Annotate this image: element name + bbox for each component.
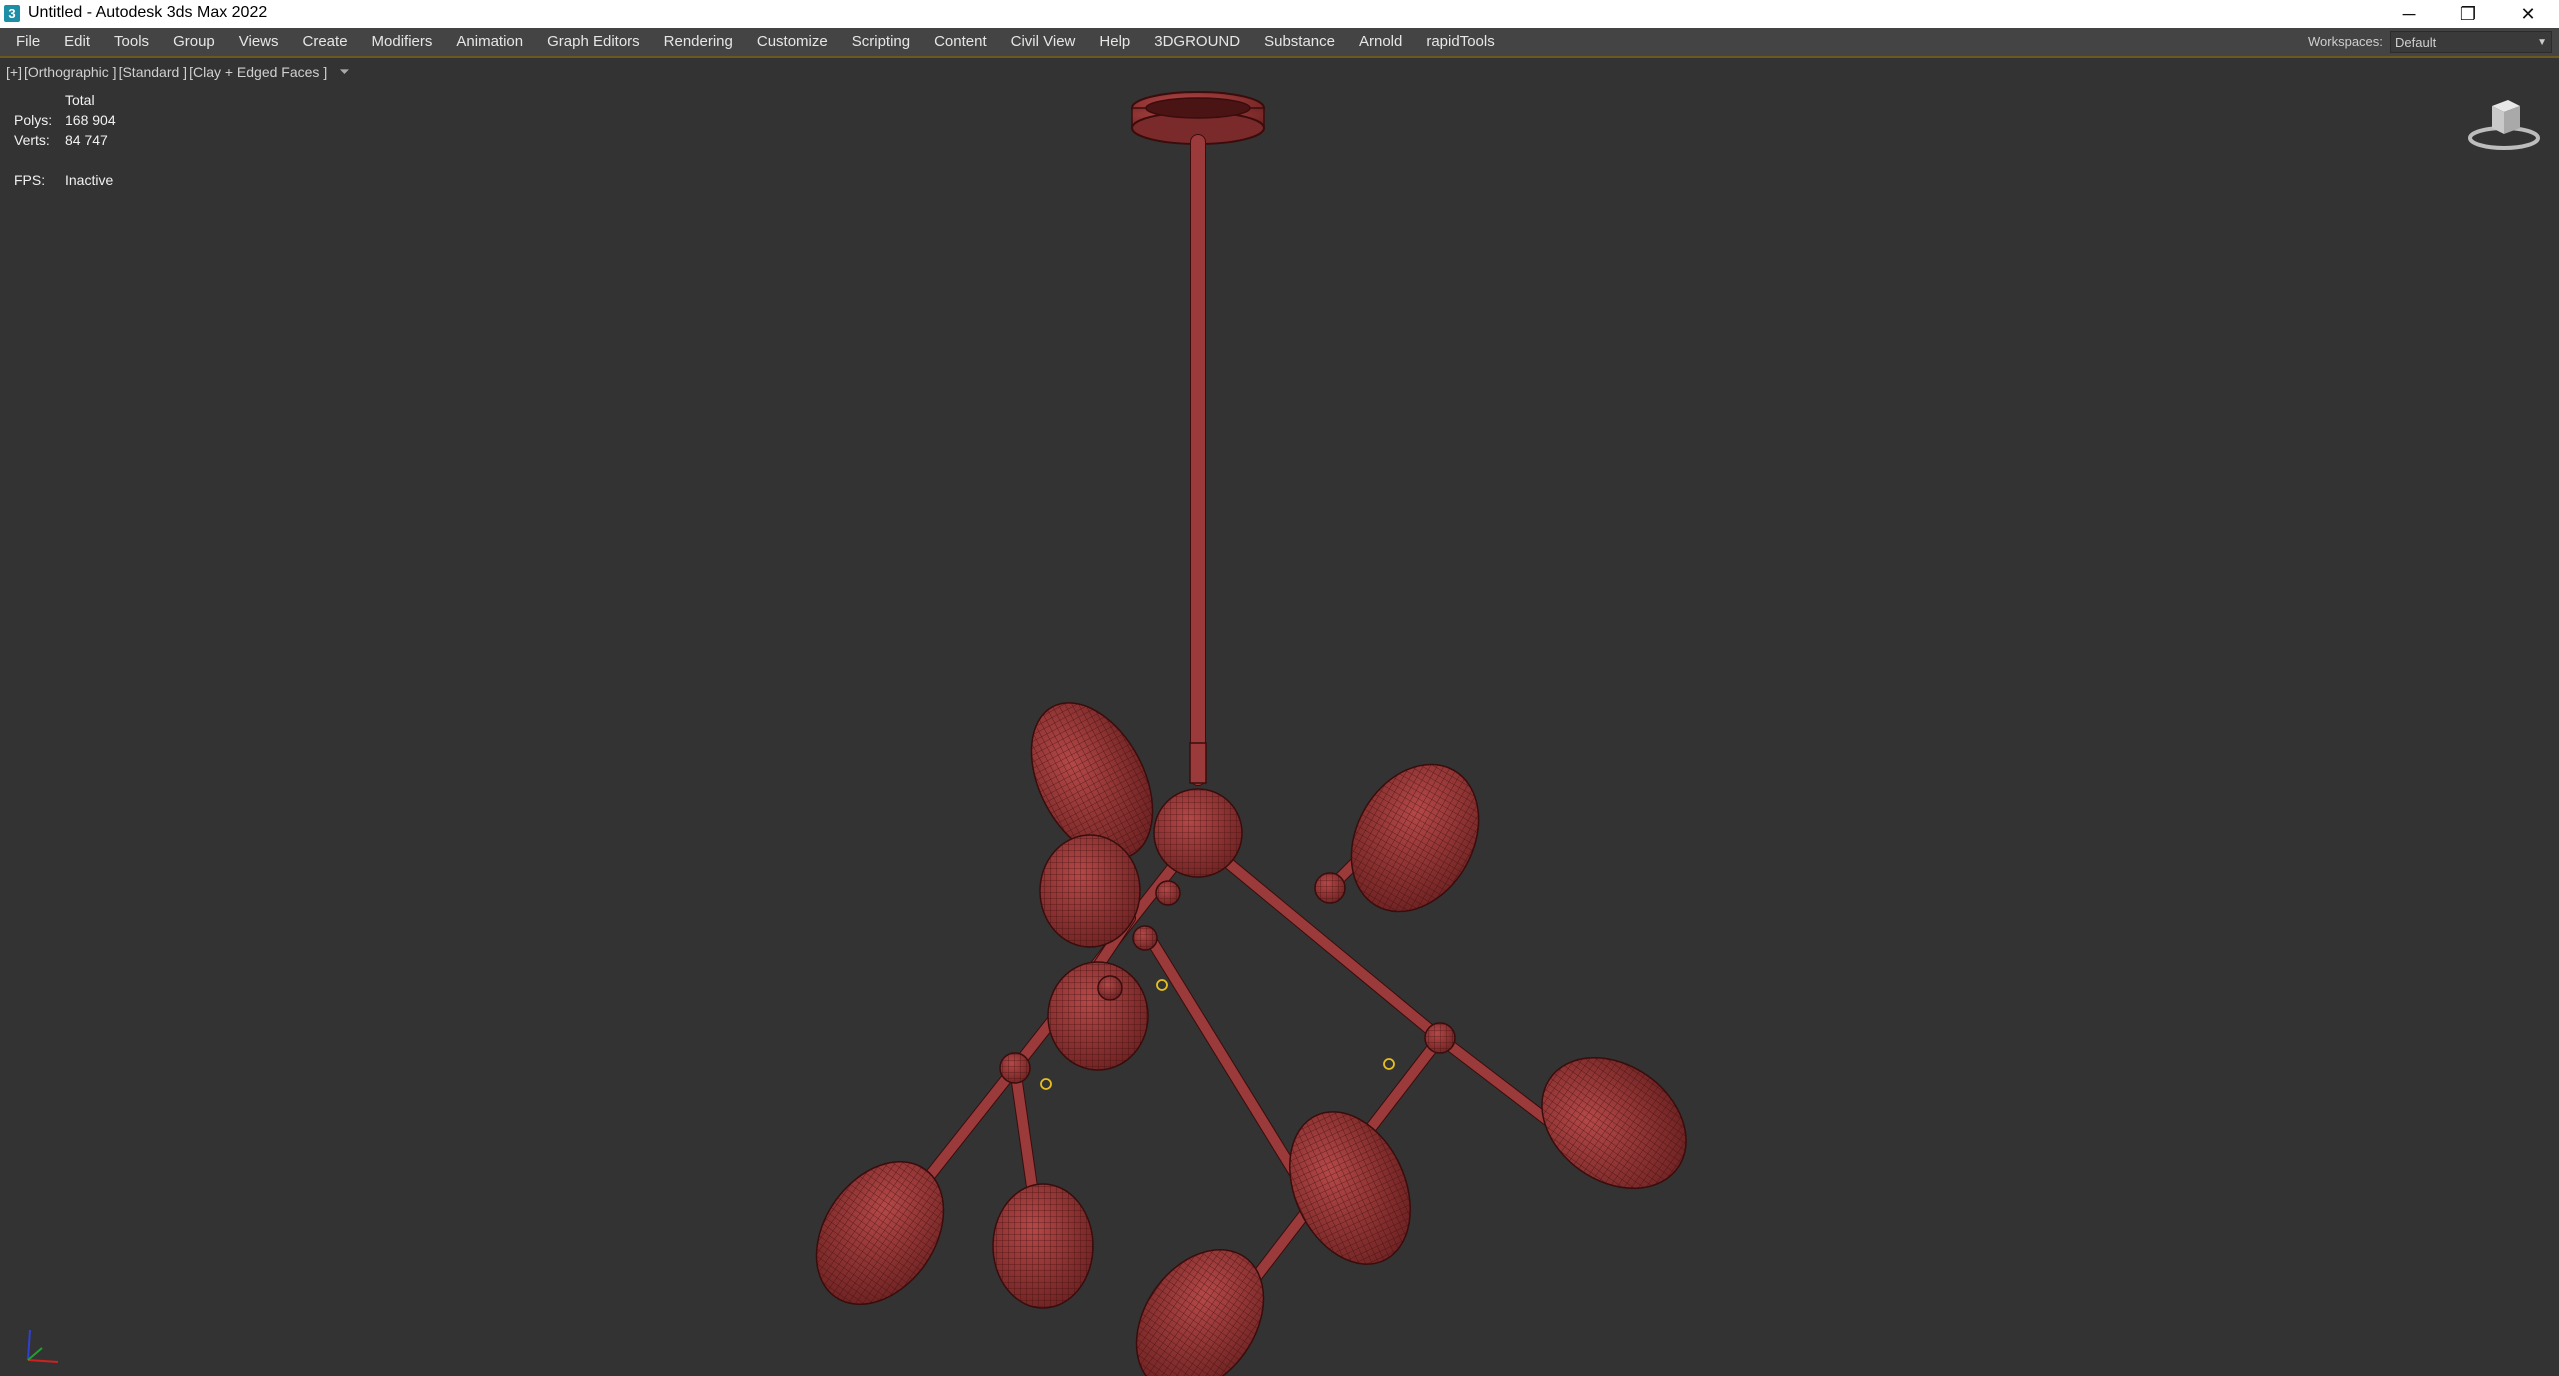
central-hub-wire: [1154, 789, 1242, 877]
menu-substance[interactable]: Substance: [1252, 28, 1347, 56]
polys-label: Polys:: [14, 112, 53, 128]
menu-content[interactable]: Content: [922, 28, 999, 56]
menu-civil-view[interactable]: Civil View: [999, 28, 1088, 56]
dropdown-arrow-icon: ▼: [2537, 37, 2547, 48]
menu-group[interactable]: Group: [161, 28, 227, 56]
menu-scripting[interactable]: Scripting: [840, 28, 922, 56]
globe-lower-left-wire: [1048, 962, 1148, 1070]
menu-modifiers[interactable]: Modifiers: [360, 28, 445, 56]
menu-bar: File Edit Tools Group Views Create Modifiers An…: [0, 28, 2559, 58]
menu-help[interactable]: Help: [1087, 28, 1142, 56]
downrod-coupling: [1189, 742, 1207, 784]
menu-3dground[interactable]: 3DGROUND: [1142, 28, 1252, 56]
canopy-hole: [1145, 97, 1251, 119]
viewport-point-of-view-menu[interactable]: [Orthographic ]: [24, 64, 117, 80]
menu-create[interactable]: Create: [291, 28, 360, 56]
menu-arnold[interactable]: Arnold: [1347, 28, 1414, 56]
minimize-button[interactable]: ─: [2381, 0, 2437, 28]
app-icon[interactable]: 3: [4, 5, 20, 22]
menu-edit[interactable]: Edit: [52, 28, 102, 56]
joint-right-lower-wire: [1425, 1023, 1455, 1053]
polys-value: 168 904: [65, 112, 116, 128]
menu-tools[interactable]: Tools: [102, 28, 161, 56]
joint-left-upper-wire: [1098, 976, 1122, 1000]
globe-front-right-wire: [1541, 1057, 1687, 1189]
pivot-marker-1: [1040, 1078, 1052, 1090]
menu-graph-editors[interactable]: Graph Editors: [535, 28, 652, 56]
arm-front-mid: [1145, 933, 1315, 1203]
menu-views[interactable]: Views: [227, 28, 291, 56]
fps-label: FPS:: [14, 172, 46, 188]
fps-value: Inactive: [65, 172, 114, 188]
globe-front-left-wire: [993, 1184, 1093, 1308]
globe-upper-left-wire: [1040, 835, 1140, 947]
joint-center-wire: [1133, 926, 1157, 950]
stats-header: Total: [65, 92, 95, 108]
restore-button[interactable]: ❐: [2440, 0, 2496, 28]
verts-label: Verts:: [14, 132, 50, 148]
pivot-marker-2: [1383, 1058, 1395, 1070]
title-bar: 3 Untitled - Autodesk 3ds Max 2022 ─ ❐ ✕: [0, 0, 2559, 28]
axis-tripod-icon: [27, 1329, 59, 1363]
joint-right-upper-wire: [1315, 873, 1345, 903]
scene-canvas[interactable]: [0, 58, 2559, 1376]
pivot-marker-0: [1156, 979, 1168, 991]
viewport-general-menu[interactable]: [+]: [6, 64, 22, 80]
close-button[interactable]: ✕: [2500, 0, 2556, 28]
statistics-overlay: Total Polys: 168 904 Verts: 84 747 FPS: Ina…: [14, 90, 116, 190]
verts-value: 84 747: [65, 132, 108, 148]
window-title: Untitled - Autodesk 3ds Max 2022: [28, 4, 268, 21]
viewport-label-menu: [+] [Orthographic ] [Standard ] [Clay + …: [6, 64, 350, 80]
viewport-shading-quality-menu[interactable]: [Standard ]: [119, 64, 188, 80]
menu-file[interactable]: File: [4, 28, 52, 56]
joint-center-upper-wire: [1156, 881, 1180, 905]
main-menu: File Edit Tools Group Views Create Modifiers An…: [4, 28, 1507, 56]
workspaces-value: Default: [2395, 35, 2437, 50]
menu-customize[interactable]: Customize: [745, 28, 840, 56]
filter-icon[interactable]: ⏷: [339, 64, 349, 80]
viewport-shading-menu[interactable]: [Clay + Edged Faces ]: [189, 64, 327, 80]
arm-left-outer: [915, 1063, 1020, 1193]
joint-left-wire: [1000, 1053, 1030, 1083]
viewcube-icon[interactable]: [2464, 88, 2544, 158]
menu-rapidtools[interactable]: rapidTools: [1414, 28, 1506, 56]
workspaces-dropdown[interactable]: Default ▼: [2390, 31, 2552, 53]
menu-animation[interactable]: Animation: [444, 28, 535, 56]
workspaces-label: Workspaces:: [2308, 34, 2383, 49]
viewport-orthographic[interactable]: [+] [Orthographic ] [Standard ] [Clay + …: [0, 58, 2559, 1376]
menu-rendering[interactable]: Rendering: [652, 28, 745, 56]
